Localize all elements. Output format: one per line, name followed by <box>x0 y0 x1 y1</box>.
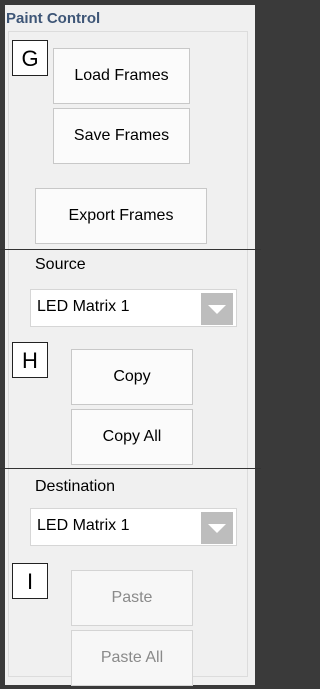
export-frames-button[interactable]: Export Frames <box>35 188 207 244</box>
chevron-down-icon[interactable] <box>201 512 233 544</box>
marker-g: G <box>12 40 48 76</box>
marker-i: I <box>12 563 48 599</box>
destination-select[interactable]: LED Matrix 1 <box>30 508 237 546</box>
divider-destination <box>0 468 261 469</box>
chevron-down-icon[interactable] <box>201 293 233 325</box>
copy-all-button[interactable]: Copy All <box>71 409 193 465</box>
panel-title: Paint Control <box>6 10 101 27</box>
source-select-value: LED Matrix 1 <box>37 298 130 315</box>
paste-button[interactable]: Paste <box>71 570 193 626</box>
marker-h: H <box>12 342 48 378</box>
source-select[interactable]: LED Matrix 1 <box>30 289 237 327</box>
load-frames-button[interactable]: Load Frames <box>53 48 190 104</box>
source-label: Source <box>35 256 86 273</box>
divider-source <box>0 249 261 250</box>
save-frames-button[interactable]: Save Frames <box>53 108 190 164</box>
paste-all-button[interactable]: Paste All <box>71 630 193 686</box>
destination-select-value: LED Matrix 1 <box>37 517 130 534</box>
copy-button[interactable]: Copy <box>71 349 193 405</box>
destination-label: Destination <box>35 478 116 495</box>
